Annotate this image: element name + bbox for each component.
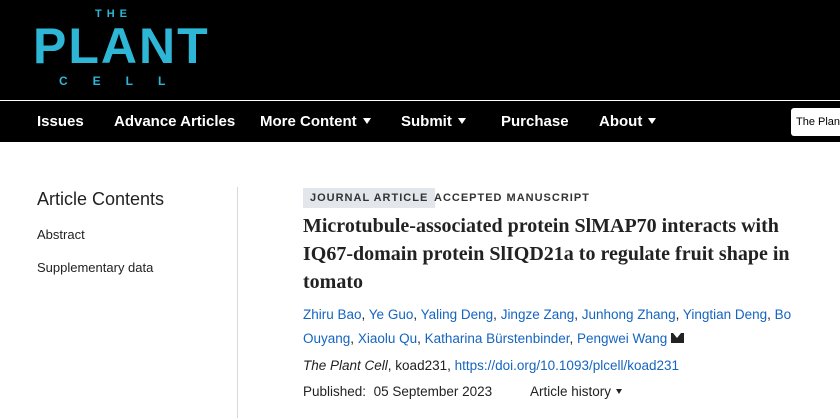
nav-submit-label: Submit [401, 113, 452, 130]
published-line: Published: 05 September 2023 [303, 384, 492, 399]
article-title: Microtubule-associated protein SlMAP70 i… [303, 212, 840, 296]
nav-purchase[interactable]: Purchase [501, 101, 569, 142]
author-link[interactable]: Junhong Zhang [582, 307, 676, 322]
author-link[interactable]: Xiaolu Qu [358, 331, 417, 346]
sidebar-link-supplementary-data[interactable]: Supplementary data [37, 260, 153, 275]
nav-more-content[interactable]: More Content [260, 101, 371, 142]
article-title-line-3: tomato [303, 271, 363, 293]
chevron-down-icon [362, 118, 371, 125]
citation-journal: The Plant Cell [303, 358, 388, 373]
nav-submit[interactable]: Submit [401, 101, 466, 142]
sidebar-title: Article Contents [37, 189, 165, 209]
nav-more-content-label: More Content [260, 113, 357, 130]
author-link[interactable]: Katharina Bürstenbinder [425, 331, 570, 346]
nav-purchase-label: Purchase [501, 113, 569, 130]
author-link[interactable]: Zhiru Bao [303, 307, 362, 322]
article-type-badge: JOURNAL ARTICLE [303, 188, 436, 208]
masthead: THE PLANT CELL [0, 0, 840, 100]
citation-id: , koad231, [387, 358, 455, 373]
author-link[interactable]: Yingtian Deng [683, 307, 767, 322]
sidebar-link-abstract[interactable]: Abstract [37, 227, 85, 242]
chevron-down-icon [457, 118, 466, 125]
logo-plant: PLANT [33, 18, 210, 74]
published-label: Published: [303, 384, 367, 399]
author-link[interactable]: Ye Guo [369, 307, 414, 322]
author-link[interactable]: Jingze Zang [501, 307, 575, 322]
citation-line: The Plant Cell, koad231, https://doi.org… [303, 358, 679, 373]
article-title-line-1: Microtubule-associated protein SlMAP70 i… [303, 215, 779, 237]
nav-about[interactable]: About [599, 101, 657, 142]
article-history-dropdown[interactable]: Article history [530, 384, 623, 399]
nav-advance-articles[interactable]: Advance Articles [114, 101, 235, 142]
nav-issues-label: Issues [37, 113, 84, 130]
nav-advance-articles-label: Advance Articles [114, 113, 236, 130]
doi-link[interactable]: https://doi.org/10.1093/plcell/koad231 [455, 358, 679, 373]
main-nav: Issues Advance Articles More Content Sub… [0, 101, 840, 142]
author-list: Zhiru Bao, Ye Guo, Yaling Deng, Jingze Z… [303, 307, 792, 346]
column-divider [237, 187, 238, 418]
nav-about-label: About [599, 113, 643, 130]
search-scope-select[interactable]: The Plant [791, 108, 840, 136]
logo-cell: CELL [59, 74, 191, 88]
chevron-down-icon [648, 118, 657, 125]
author-link[interactable]: Yaling Deng [421, 307, 494, 322]
article-title-line-2: IQ67-domain protein SlIQD21a to regulate… [303, 243, 790, 265]
journal-logo[interactable]: THE PLANT CELL [33, 8, 208, 94]
chevron-down-icon [616, 388, 623, 394]
nav-issues[interactable]: Issues [37, 101, 84, 142]
envelope-icon[interactable] [671, 333, 685, 344]
author-link[interactable]: Pengwei Wang [577, 331, 667, 346]
published-date: 05 September 2023 [373, 384, 493, 399]
article-status-label: ACCEPTED MANUSCRIPT [434, 192, 590, 204]
article-history-label: Article history [530, 384, 612, 399]
